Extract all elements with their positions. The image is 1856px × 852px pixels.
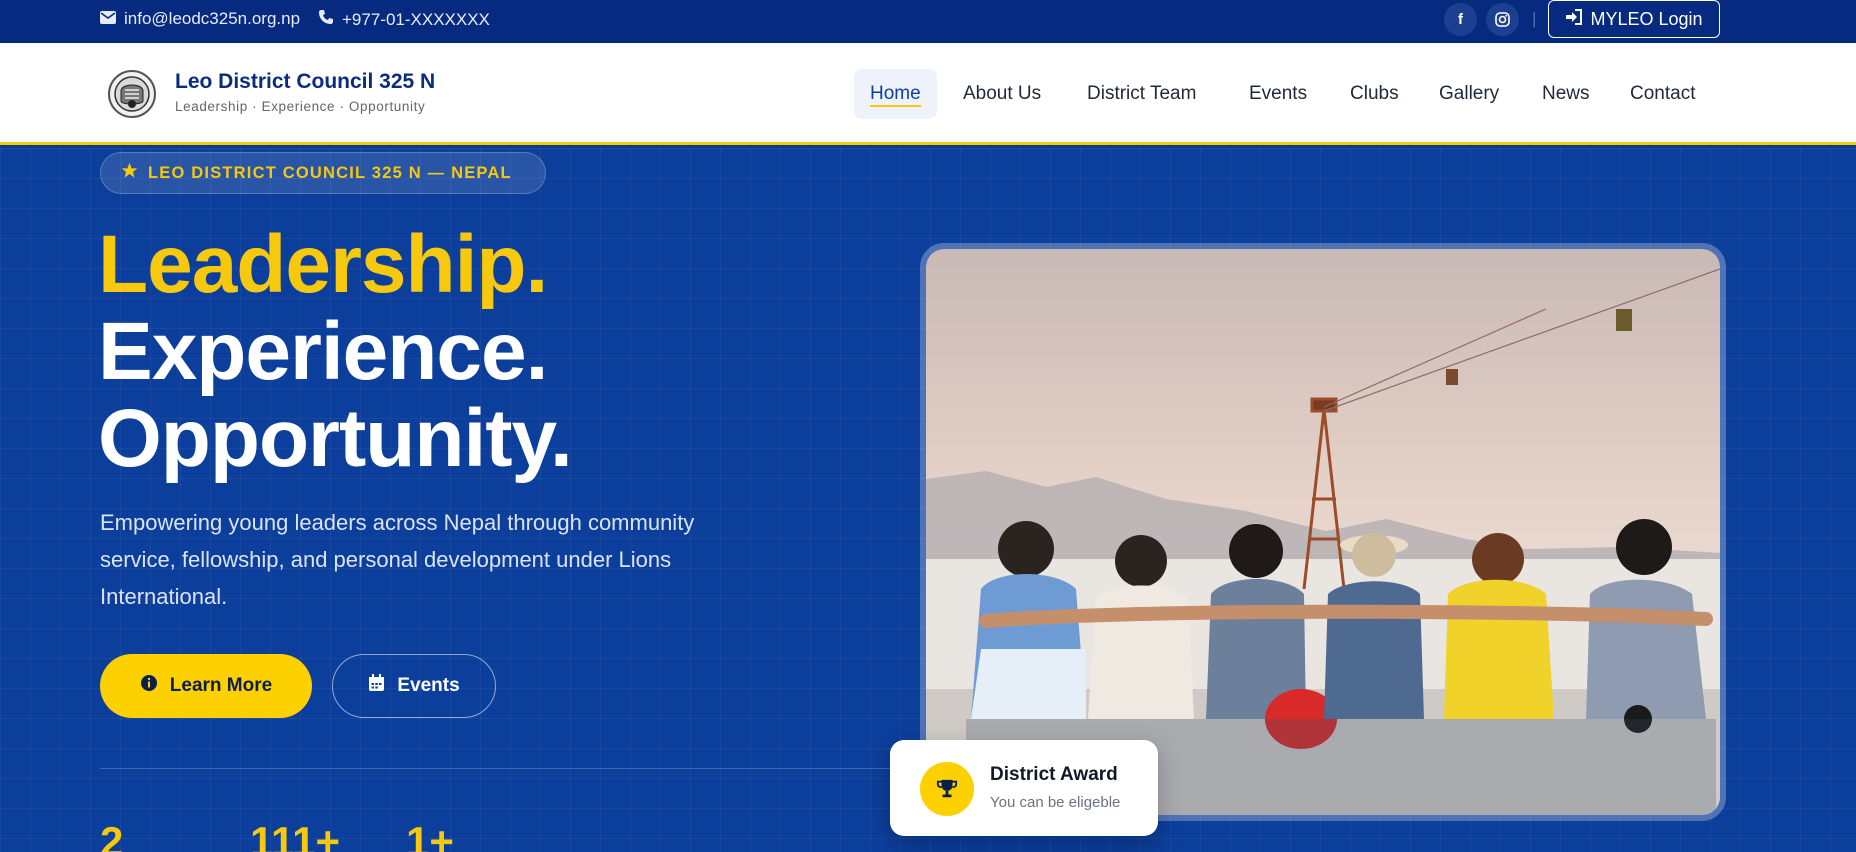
events-label: Events: [397, 675, 460, 696]
brand-title[interactable]: Leo District Council 325 N: [175, 70, 435, 94]
headline-leadership: Leadership.: [98, 219, 548, 310]
district-award-card[interactable]: District Award You can be eligeble: [890, 740, 1158, 836]
site-header: Leo District Council 325 N Leadership · …: [0, 43, 1856, 145]
headline-opportunity: Opportunity.: [98, 393, 573, 484]
calendar-icon: [368, 674, 385, 698]
myleo-login-button[interactable]: MYLEO Login: [1548, 0, 1720, 38]
nav-events-label: Events: [1249, 83, 1308, 104]
nav-events[interactable]: Events: [1233, 69, 1323, 119]
hero-description: Empowering young leaders across Nepal th…: [100, 510, 695, 609]
learn-more-button[interactable]: Learn More: [100, 654, 312, 718]
email-text: info@leodc325n.org.np: [124, 9, 301, 28]
nav-gallery-label: Gallery: [1439, 83, 1500, 104]
nav-home-label: Home: [870, 83, 921, 104]
nav-contact-label: Contact: [1630, 83, 1696, 104]
nav-home[interactable]: Home: [854, 69, 937, 119]
nav-about-us[interactable]: About Us: [947, 69, 1057, 119]
award-subtitle: You can be eligeble: [990, 794, 1121, 811]
stat-value: 2: [100, 818, 124, 852]
info-icon: [140, 674, 158, 698]
hero-divider: [100, 768, 890, 769]
award-title: District Award: [990, 764, 1118, 785]
nav-news[interactable]: News: [1526, 69, 1606, 119]
instagram-icon[interactable]: [1486, 3, 1519, 36]
events-button[interactable]: Events: [332, 654, 496, 718]
stat-value: 111+: [250, 818, 340, 852]
hero-badge: LEO DISTRICT COUNCIL 325 N — NEPAL: [100, 152, 546, 194]
hero-photo: [920, 243, 1726, 821]
email-contact[interactable]: info@leodc325n.org.np: [100, 9, 300, 29]
topbar-separator: |: [1532, 9, 1537, 28]
nav-contact[interactable]: Contact: [1614, 69, 1711, 119]
nav-gallery[interactable]: Gallery: [1423, 69, 1515, 119]
phone-icon: [318, 9, 334, 30]
nav-clubs-label: Clubs: [1350, 83, 1399, 104]
top-bar: info@leodc325n.org.np +977-01-XXXXXXX f …: [0, 0, 1856, 43]
nav-district-team-label: District Team: [1087, 83, 1197, 104]
stat-value: 1+: [406, 818, 454, 852]
sign-in-icon: [1565, 8, 1583, 30]
nav-about-us-label: About Us: [963, 83, 1042, 104]
group-friends-photo: [926, 249, 1720, 815]
lions-logo[interactable]: [108, 70, 156, 118]
trophy-icon: [920, 762, 974, 816]
learn-more-label: Learn More: [169, 675, 273, 696]
headline-experience: Experience.: [98, 306, 548, 397]
facebook-icon[interactable]: f: [1444, 3, 1477, 36]
phone-contact[interactable]: +977-01-XXXXXXX: [318, 9, 490, 30]
nav-news-label: News: [1542, 83, 1590, 104]
nav-district-team[interactable]: District Team: [1071, 69, 1212, 119]
login-label: MYLEO Login: [1590, 8, 1703, 29]
hero-badge-text: LEO DISTRICT COUNCIL 325 N — NEPAL: [148, 163, 512, 182]
brand-tagline: Leadership · Experience · Opportunity: [175, 99, 426, 114]
phone-text: +977-01-XXXXXXX: [342, 9, 490, 29]
star-icon: [121, 162, 138, 184]
nav-clubs[interactable]: Clubs: [1334, 69, 1415, 119]
envelope-icon: [100, 9, 116, 29]
